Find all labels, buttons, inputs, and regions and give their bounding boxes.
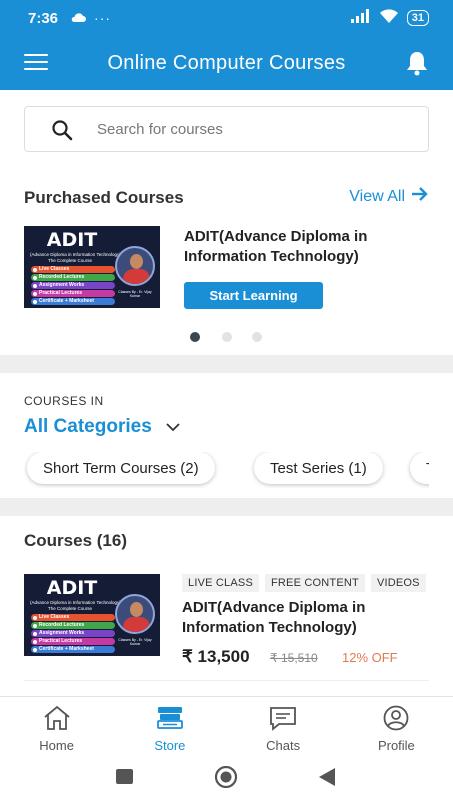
category-dropdown[interactable]: All Categories xyxy=(24,416,180,438)
search-icon xyxy=(51,119,73,141)
carousel-dot[interactable] xyxy=(222,332,232,342)
list-divider xyxy=(24,680,429,681)
instructor-photo xyxy=(115,246,155,286)
system-nav-bar xyxy=(0,754,453,800)
app-title: Online Computer Courses xyxy=(107,51,346,74)
instructor-photo xyxy=(115,594,155,634)
back-icon[interactable] xyxy=(318,768,336,791)
thumbnail-title: ADIT xyxy=(46,229,98,251)
search-bar[interactable] xyxy=(24,106,429,152)
thumbnail-title: ADIT xyxy=(46,577,98,599)
start-learning-button[interactable]: Start Learning xyxy=(184,282,323,309)
category-chips: Short Term Courses (2) Test Series (1) T xyxy=(24,452,429,488)
nav-store[interactable]: Store xyxy=(113,697,226,754)
category-chip[interactable]: Short Term Courses (2) xyxy=(27,452,215,484)
nav-chats[interactable]: Chats xyxy=(227,697,340,754)
thumbnail-feature: Practical Lectures xyxy=(31,290,115,297)
thumbnail-feature: Practical Lectures xyxy=(31,638,115,645)
category-chip[interactable]: Test Series (1) xyxy=(254,452,383,484)
purchased-courses-title: Purchased Courses xyxy=(24,188,184,207)
course-tags: LIVE CLASS FREE CONTENT VIDEOS xyxy=(182,574,426,592)
thumbnail-tag: Classes By - Er. Vijay Kumar xyxy=(118,638,152,646)
course-thumbnail[interactable]: ADIT (Advance Diploma in Information Tec… xyxy=(24,574,160,656)
course-old-price: ₹ 15,510 xyxy=(270,651,318,665)
course-price: ₹ 13,500 xyxy=(182,647,250,666)
status-bar: 7:36 ··· 31 xyxy=(0,0,453,36)
status-time: 7:36 xyxy=(28,9,59,27)
category-selected: All Categories xyxy=(24,416,152,437)
nav-label: Home xyxy=(39,738,74,753)
cloud-icon xyxy=(70,10,87,26)
carousel-dots xyxy=(190,332,270,342)
nav-profile[interactable]: Profile xyxy=(340,697,453,754)
thumbnail-feature: Recorded Lectures xyxy=(31,274,115,281)
thumbnail-feature: Certificate + Marksheet xyxy=(31,646,115,653)
course-discount: 12% OFF xyxy=(342,650,398,665)
thumbnail-feature: Live Classes xyxy=(31,614,115,621)
thumbnail-feature: Live Classes xyxy=(31,266,115,273)
courses-in-label: COURSES IN xyxy=(24,394,104,408)
view-all-link[interactable]: View All xyxy=(349,186,429,207)
thumbnail-subtitle-2: The Complete Course xyxy=(48,606,93,611)
bell-icon[interactable] xyxy=(405,50,429,76)
section-divider xyxy=(0,355,453,373)
section-divider xyxy=(0,498,453,516)
wifi-icon xyxy=(379,8,399,28)
course-thumbnail[interactable]: ADIT (Advance Diploma in Information Tec… xyxy=(24,226,160,308)
purchased-course-name[interactable]: ADIT(Advance Diploma in Information Tech… xyxy=(184,227,414,267)
view-all-label: View All xyxy=(349,187,405,205)
category-chip[interactable]: T xyxy=(410,452,429,484)
nav-label: Profile xyxy=(377,738,415,753)
carousel-dot[interactable] xyxy=(252,332,262,342)
thumbnail-feature: Certificate + Marksheet xyxy=(31,298,115,305)
course-tag: LIVE CLASS xyxy=(182,574,259,592)
nav-home[interactable]: Home xyxy=(0,697,113,754)
course-name[interactable]: ADIT(Advance Diploma in Information Tech… xyxy=(182,598,417,638)
course-tag: VIDEOS xyxy=(370,574,426,592)
thumbnail-subtitle: (Advance Diploma in Information Technolo… xyxy=(30,600,121,605)
nav-label: Store xyxy=(154,738,186,753)
chat-icon xyxy=(268,705,298,736)
profile-icon xyxy=(381,705,411,736)
store-icon xyxy=(155,705,185,736)
course-tag: FREE CONTENT xyxy=(264,574,365,592)
courses-title: Courses (16) xyxy=(24,531,127,550)
battery-indicator: 31 xyxy=(406,10,429,26)
search-input[interactable] xyxy=(97,107,417,151)
thumbnail-subtitle: (Advance Diploma in Information Technolo… xyxy=(30,252,121,257)
thumbnail-subtitle-2: The Complete Course xyxy=(48,258,93,263)
thumbnail-feature: Assignment Works xyxy=(31,630,115,637)
thumbnail-tag: Classes By - Er. Vijay Kumar xyxy=(118,290,152,298)
recent-apps-icon[interactable] xyxy=(116,769,134,790)
more-notifications-icon: ··· xyxy=(94,10,112,26)
chevron-down-icon xyxy=(166,416,180,438)
nav-label: Chats xyxy=(266,738,301,753)
home-icon xyxy=(42,705,72,736)
thumbnail-feature: Assignment Works xyxy=(31,282,115,289)
signal-icon xyxy=(350,9,371,27)
app-bar: Online Computer Courses xyxy=(0,36,453,90)
arrow-right-icon xyxy=(411,186,429,207)
bottom-nav: Home Store Chats Profile xyxy=(0,696,453,754)
thumbnail-feature: Recorded Lectures xyxy=(31,622,115,629)
home-button-icon[interactable] xyxy=(214,765,238,793)
carousel-dot[interactable] xyxy=(190,332,200,342)
